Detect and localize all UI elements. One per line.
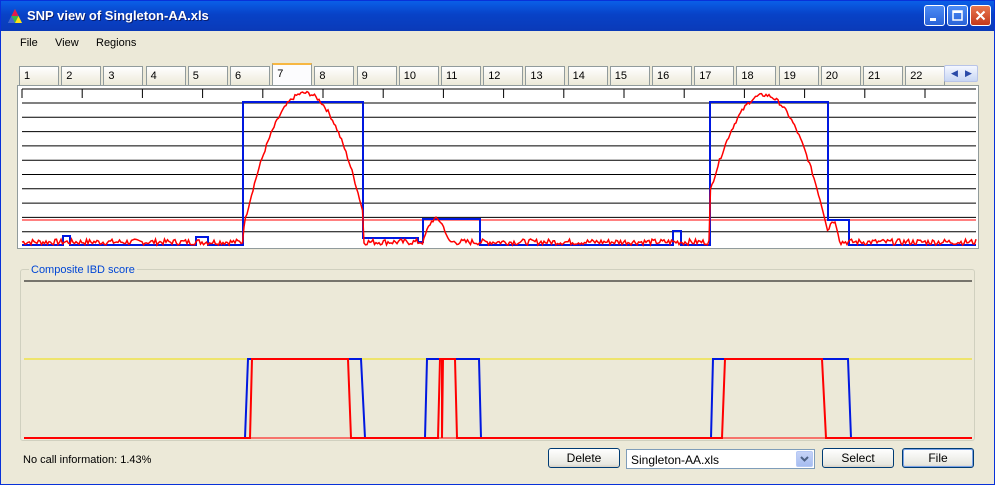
tab-scroll-buttons[interactable]: ◀ ▶: [944, 65, 978, 82]
tab-chr-20[interactable]: 20: [820, 66, 861, 85]
composite-ibd-group: [20, 269, 975, 441]
tab-chr-15[interactable]: 15: [609, 66, 650, 85]
tab-chr-17[interactable]: 17: [694, 66, 735, 85]
tab-chr-22[interactable]: 22: [905, 66, 946, 85]
arrow-left-icon[interactable]: ◀: [951, 68, 958, 79]
file-select[interactable]: Singleton-AA.xls: [626, 449, 815, 469]
menu-bar: File View Regions: [1, 31, 994, 55]
main-window: SNP view of Singleton-AA.xls File View R…: [0, 0, 995, 485]
delete-button[interactable]: Delete: [548, 448, 620, 468]
tab-chr-5[interactable]: 5: [187, 66, 228, 85]
tab-chr-19[interactable]: 19: [778, 66, 819, 85]
tab-chr-13[interactable]: 13: [525, 66, 566, 85]
blue-ibd-trace: [22, 101, 976, 246]
menu-regions[interactable]: Regions: [96, 37, 136, 49]
tab-chr-3[interactable]: 3: [103, 66, 144, 85]
title-bar[interactable]: SNP view of Singleton-AA.xls: [1, 1, 994, 31]
snp-plot-panel: [17, 85, 986, 249]
minimize-button[interactable]: [924, 5, 945, 26]
tab-chr-8[interactable]: 8: [314, 66, 355, 85]
tab-chr-6[interactable]: 6: [230, 66, 270, 85]
chevron-down-icon: [800, 456, 809, 462]
tab-chr-4[interactable]: 4: [145, 66, 186, 85]
composite-ibd-chart: [24, 280, 972, 439]
red-snp-score-trace: [21, 90, 977, 247]
minimize-icon: [930, 18, 936, 21]
pyramid-icon: [8, 9, 22, 23]
file-select-value: Singleton-AA.xls: [631, 453, 720, 467]
tab-chr-9[interactable]: 9: [356, 66, 397, 85]
composite-red-trace: [24, 358, 972, 439]
select-button[interactable]: Select: [822, 448, 894, 468]
composite-ibd-label: Composite IBD score: [29, 264, 137, 276]
snp-score-chart: [21, 88, 986, 247]
tab-chr-18[interactable]: 18: [736, 66, 777, 85]
file-button[interactable]: File: [902, 448, 974, 468]
maximize-button[interactable]: [947, 5, 968, 26]
menu-view[interactable]: View: [55, 37, 79, 49]
no-call-status: No call information: 1.43%: [23, 454, 152, 466]
window-title: SNP view of Singleton-AA.xls: [27, 8, 209, 23]
tab-chr-11[interactable]: 11: [441, 66, 481, 85]
close-button[interactable]: [970, 5, 991, 26]
combo-dropdown-button[interactable]: [796, 451, 813, 467]
menu-file[interactable]: File: [20, 37, 38, 49]
maximize-icon: [952, 10, 963, 21]
close-icon: [975, 10, 986, 21]
composite-blue-trace: [24, 358, 972, 439]
tab-chr-14[interactable]: 14: [567, 66, 608, 85]
tab-chr-16[interactable]: 16: [652, 66, 692, 85]
tab-chr-21[interactable]: 21: [863, 66, 903, 85]
tab-chr-7[interactable]: 7: [272, 63, 313, 85]
arrow-right-icon[interactable]: ▶: [965, 68, 972, 79]
tab-chr-12[interactable]: 12: [483, 66, 524, 85]
tab-chr-2[interactable]: 2: [61, 66, 102, 85]
tab-chr-10[interactable]: 10: [398, 66, 439, 85]
tab-chr-1[interactable]: 1: [19, 66, 59, 85]
